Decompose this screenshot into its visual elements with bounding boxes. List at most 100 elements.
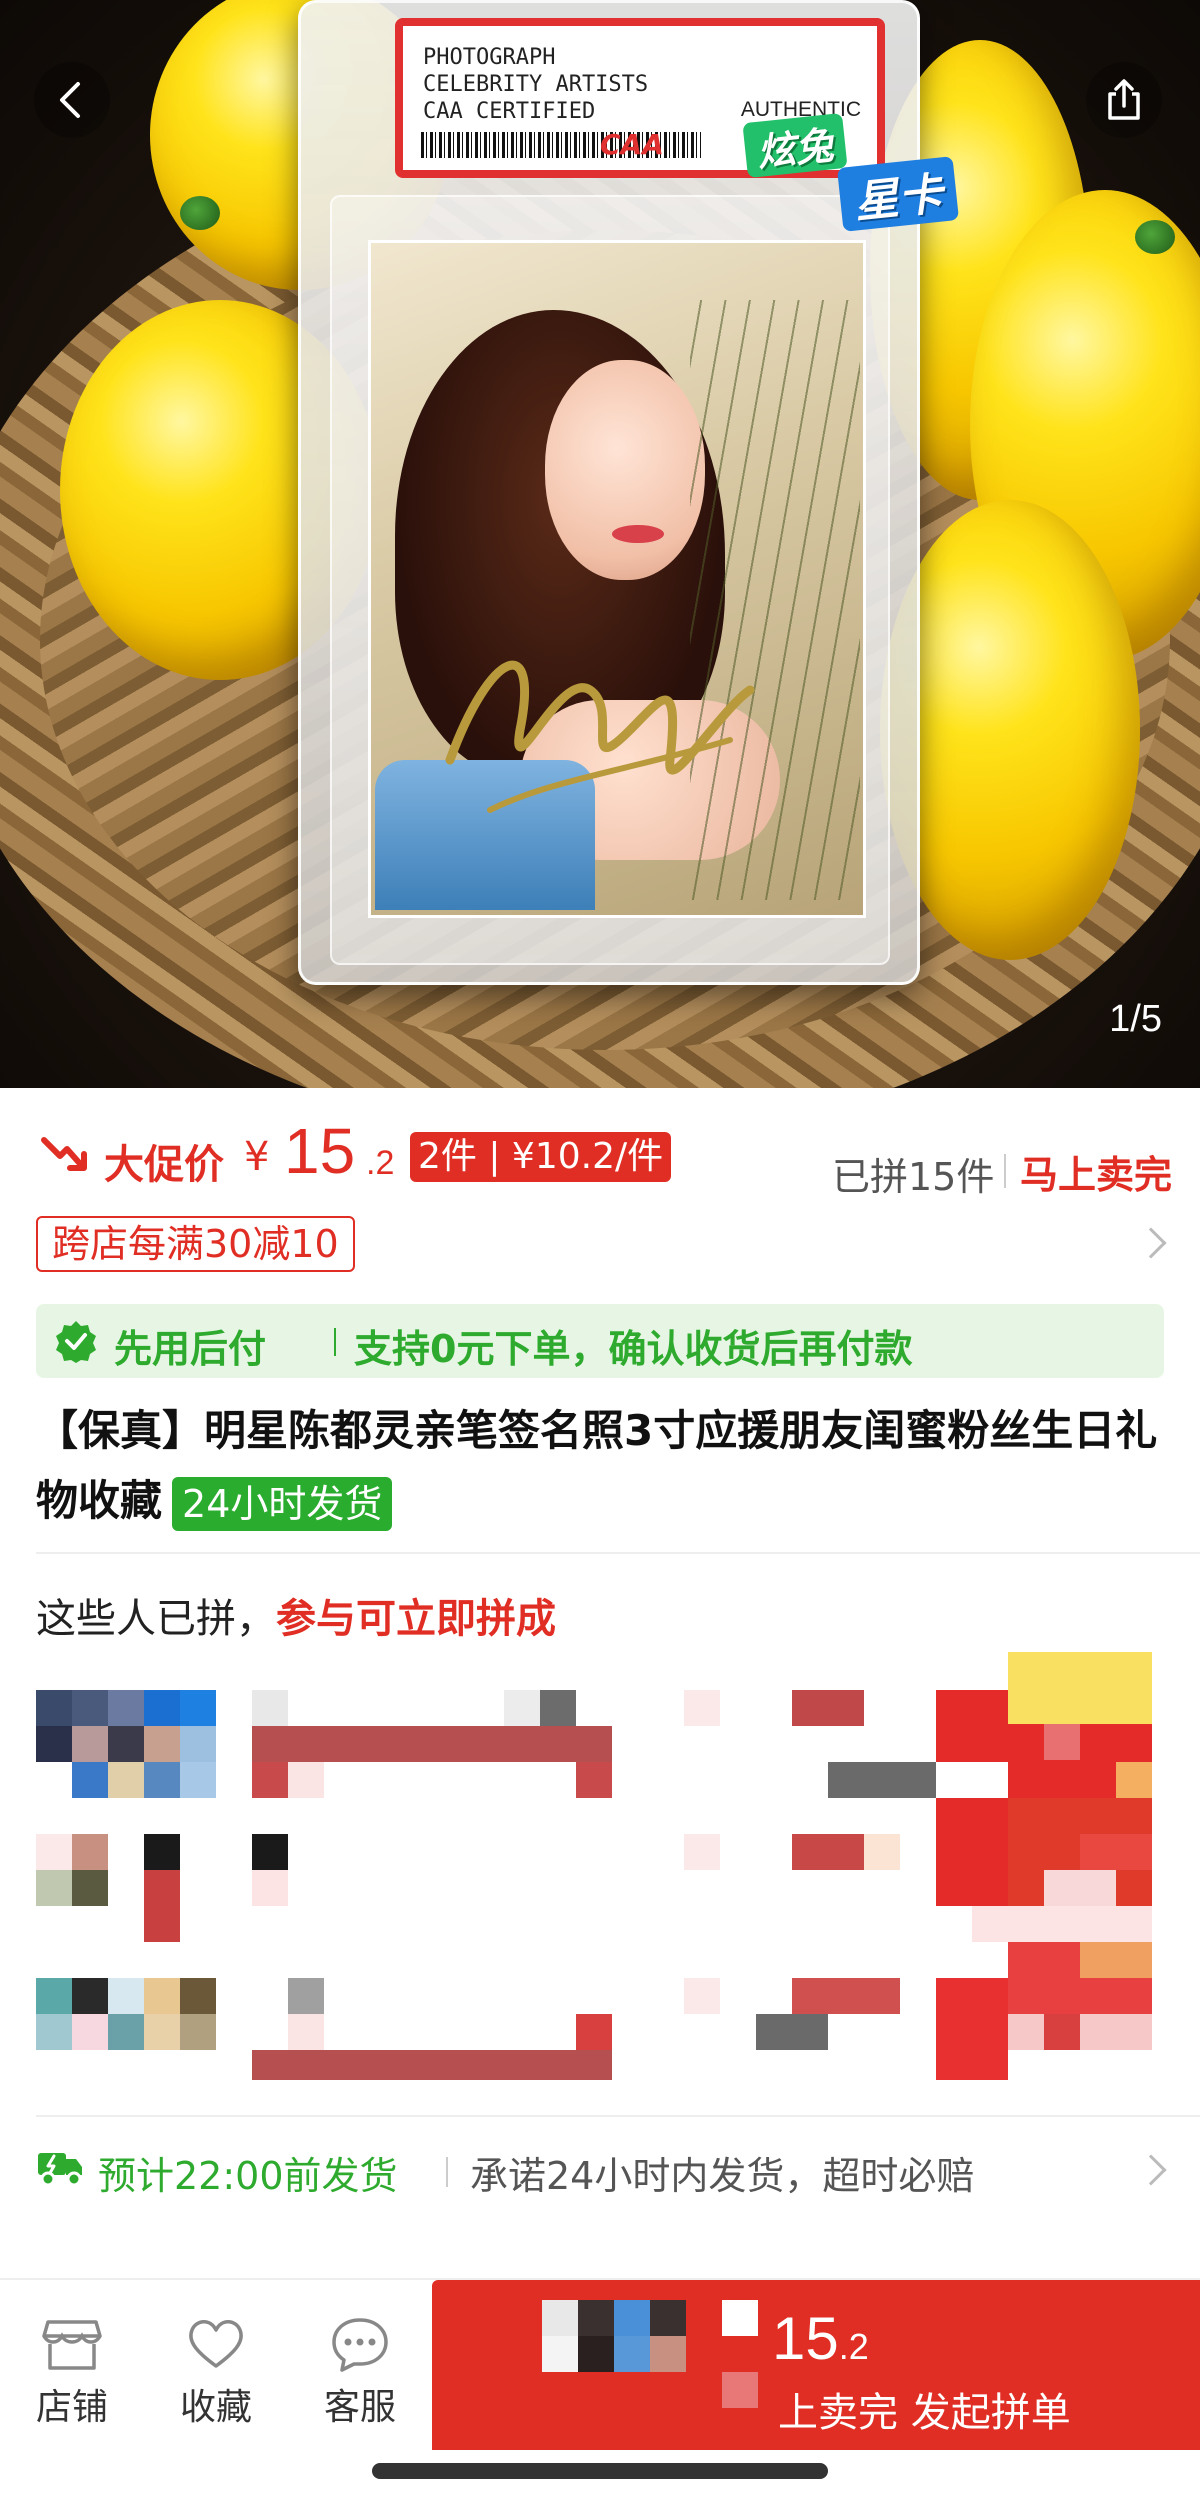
mosaic-pixel xyxy=(936,1798,1008,1906)
shipping-badge: 24小时发货 xyxy=(172,1476,393,1531)
share-icon xyxy=(1108,79,1140,120)
mosaic-pixel xyxy=(576,2014,612,2050)
sellout-label: 马上卖完 xyxy=(1020,1153,1173,1197)
mosaic-pixel xyxy=(972,1906,1152,1942)
buyer-avatar-pixelated xyxy=(542,2300,578,2336)
mosaic-pixel xyxy=(252,1870,288,1906)
product-title: 【保真】明星陈都灵亲笔签名照3寸应援朋友闺蜜粉丝生日礼物收藏 24小时发货 xyxy=(36,1396,1176,1536)
dispatch-eta: 预计22:00前发货 xyxy=(98,2154,398,2198)
sold-count: 已拼15件 xyxy=(832,1155,995,1199)
mosaic-pixel xyxy=(792,1978,900,2014)
mosaic-pixel xyxy=(252,2050,612,2080)
mosaic-pixel xyxy=(540,1690,576,1726)
mosaic-pixel xyxy=(180,1726,216,1762)
tab-favorite[interactable]: 收藏 xyxy=(166,2316,266,2430)
mosaic-pixel xyxy=(144,1870,180,1942)
shipping-info-row[interactable]: 预计22:00前发货 承诺24小时内发货，超时必赔 xyxy=(0,2135,1200,2205)
mosaic-pixel xyxy=(72,1762,108,1798)
currency-symbol: ¥ xyxy=(244,1134,270,1180)
chat-icon xyxy=(332,2318,388,2372)
mosaic-pixel xyxy=(36,1978,72,2014)
mosaic-pixel xyxy=(684,1690,720,1726)
mosaic-pixel xyxy=(252,1726,612,1762)
mosaic-pixel xyxy=(144,1726,180,1762)
mosaic-pixel xyxy=(650,2336,686,2372)
mosaic-pixel xyxy=(288,1762,324,1798)
price-integer: 15 xyxy=(284,1115,356,1187)
mosaic-pixel xyxy=(288,1978,324,2014)
coupon-tag[interactable]: 跨店每满30减10 xyxy=(36,1216,355,1272)
back-button[interactable] xyxy=(34,62,110,138)
mosaic-pixel xyxy=(614,2300,650,2336)
mosaic-pixel xyxy=(72,1726,108,1762)
mosaic-pixel xyxy=(108,1762,144,1798)
mosaic-pixel xyxy=(936,1690,1008,1762)
bnpl-title: 先用后付 xyxy=(114,1327,267,1371)
share-button[interactable] xyxy=(1086,62,1162,138)
mosaic-pixel xyxy=(108,1690,144,1726)
mosaic-pixel xyxy=(108,1726,144,1762)
mosaic-pixel xyxy=(722,2300,758,2336)
group-buy-list-pixelated[interactable] xyxy=(0,1640,1200,2080)
chevron-right-icon[interactable] xyxy=(1135,2154,1167,2186)
mosaic-pixel xyxy=(144,1834,180,1870)
mosaic-pixel xyxy=(1008,2014,1152,2050)
start-group-buy-button[interactable]: 15.2 上卖完 发起拼单 xyxy=(432,2280,1200,2450)
dispatch-promise: 承诺24小时内发货，超时必赔 xyxy=(470,2154,975,2198)
mosaic-pixel xyxy=(180,1978,216,2014)
mosaic-pixel xyxy=(180,1762,216,1798)
mosaic-pixel xyxy=(144,1762,180,1798)
price-row: 大促价 ¥ 15 .2 2件 | ¥10.2/件 已拼15件 马上卖完 xyxy=(0,1110,1200,1210)
multi-buy-badge[interactable]: 2件 | ¥10.2/件 xyxy=(410,1132,672,1182)
group-buy-title: 这些人已拼，参与可立即拼成 xyxy=(36,1596,556,1642)
mosaic-pixel xyxy=(650,2300,686,2336)
mosaic-pixel xyxy=(1080,1834,1152,1870)
mosaic-pixel xyxy=(684,1834,720,1870)
mosaic-pixel xyxy=(72,1690,108,1726)
mosaic-pixel xyxy=(72,1834,108,1870)
gallery-counter: 1/5 xyxy=(1109,998,1162,1040)
caa-logo: CAA xyxy=(600,128,664,161)
mosaic-pixel xyxy=(1044,2014,1080,2050)
mosaic-pixel xyxy=(252,1834,288,1870)
price-decimal: .2 xyxy=(366,1144,395,1182)
mosaic-pixel xyxy=(1008,1652,1152,1724)
promo-price-label: 大促价 xyxy=(104,1142,224,1188)
mosaic-pixel xyxy=(1080,1942,1152,1978)
mosaic-pixel xyxy=(792,1834,864,1870)
buy-label: 上卖完 发起拼单 xyxy=(778,2390,1071,2436)
mosaic-pixel xyxy=(36,1726,72,1762)
mosaic-pixel xyxy=(252,1690,288,1726)
mosaic-pixel xyxy=(144,1978,180,2014)
mosaic-pixel xyxy=(542,2336,578,2372)
mosaic-pixel xyxy=(792,1690,864,1726)
divider xyxy=(36,1552,1200,1554)
product-page: PHOTOGRAPH CELEBRITY ARTISTS CAA CERTIFI… xyxy=(0,0,1200,2497)
mosaic-pixel xyxy=(722,2372,758,2408)
divider xyxy=(36,2115,1200,2117)
mosaic-pixel xyxy=(144,1690,180,1726)
buy-price: 15.2 xyxy=(772,2305,869,2372)
heart-icon xyxy=(189,2320,243,2368)
mosaic-pixel xyxy=(72,1870,108,1906)
mosaic-pixel xyxy=(864,1834,900,1870)
chevron-right-icon[interactable] xyxy=(1135,1227,1167,1259)
home-indicator[interactable] xyxy=(372,2463,828,2479)
mosaic-pixel xyxy=(180,2014,216,2050)
mosaic-pixel xyxy=(504,1690,540,1726)
mosaic-pixel xyxy=(36,2014,72,2050)
badge-check-icon xyxy=(56,1321,96,1363)
divider xyxy=(446,2157,448,2187)
mosaic-pixel xyxy=(36,1834,72,1870)
mosaic-pixel xyxy=(756,2014,828,2050)
mosaic-pixel xyxy=(108,2014,144,2050)
back-arrow-icon xyxy=(60,82,80,118)
tab-store[interactable]: 店铺 xyxy=(22,2316,122,2430)
mosaic-pixel xyxy=(108,1978,144,2014)
buy-now-pay-later-banner[interactable]: 先用后付 支持0元下单，确认收货后再付款 xyxy=(36,1304,1164,1378)
tab-customer-service[interactable]: 客服 xyxy=(310,2316,410,2430)
product-image-gallery[interactable]: PHOTOGRAPH CELEBRITY ARTISTS CAA CERTIFI… xyxy=(0,0,1200,1088)
mosaic-pixel xyxy=(288,2014,324,2050)
mosaic-pixel xyxy=(828,1762,936,1798)
mosaic-pixel xyxy=(936,1978,1008,2080)
